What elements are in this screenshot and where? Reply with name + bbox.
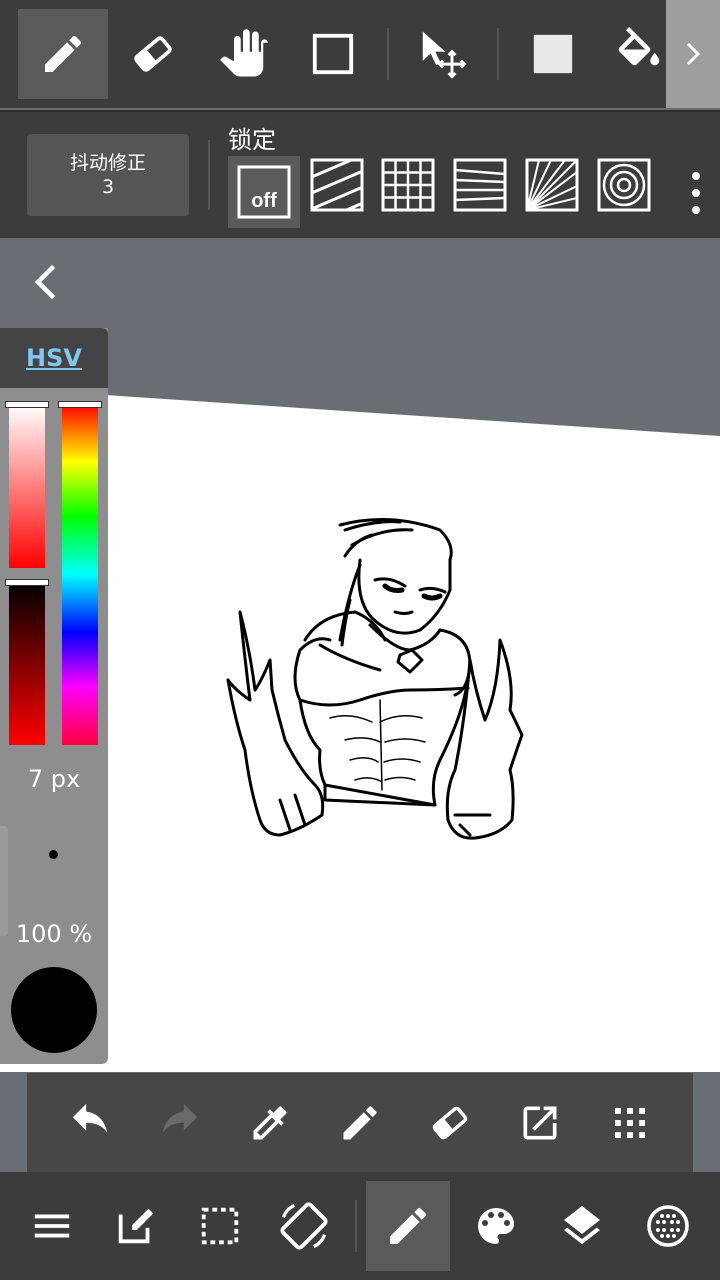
grid-dots-icon (615, 1108, 645, 1138)
material-button[interactable] (626, 1192, 710, 1260)
move-tool-button[interactable] (398, 9, 488, 99)
stabilizer-label: 抖动修正 (69, 152, 146, 174)
pen-icon (343, 1106, 377, 1140)
undo-button[interactable] (63, 1098, 117, 1148)
selection-button[interactable] (178, 1192, 262, 1260)
radial-lines-lock-icon[interactable] (525, 158, 579, 212)
brush-button[interactable] (366, 1181, 450, 1271)
color-panel: HSV 7 px 100 % (0, 328, 108, 1064)
palette-button[interactable] (454, 1192, 538, 1260)
opacity-value[interactable]: 100 % (0, 920, 108, 948)
back-chevron-icon[interactable] (26, 262, 66, 302)
toolbar-divider (387, 28, 389, 80)
edit-button[interactable] (94, 1192, 178, 1260)
hsv-label: HSV (26, 344, 82, 372)
lock-off-button[interactable]: off (228, 156, 300, 228)
redo-icon (162, 1103, 198, 1133)
eraser-tool-button[interactable] (108, 9, 198, 99)
pen-icon (45, 35, 82, 72)
rotate-screen-icon (280, 1202, 328, 1250)
hue-slider[interactable] (62, 404, 98, 745)
action-bar (27, 1073, 693, 1172)
perspective-lock-icon[interactable] (453, 158, 507, 212)
nav-divider (355, 1200, 357, 1252)
eyedropper-button[interactable] (243, 1098, 297, 1148)
hue-handle[interactable] (58, 401, 102, 408)
undo-icon (72, 1103, 108, 1133)
eraser-button[interactable] (423, 1098, 477, 1148)
value-handle[interactable] (5, 579, 49, 586)
grid-lock-icon[interactable] (381, 158, 435, 212)
svg-text:off: off (251, 190, 277, 212)
rotate-canvas-button[interactable] (262, 1192, 346, 1260)
fill-color-tool-button[interactable] (508, 9, 598, 99)
color-mode-tab[interactable]: HSV (0, 328, 108, 388)
pen-tool-button[interactable] (18, 9, 108, 99)
current-color-swatch[interactable] (11, 967, 97, 1053)
export-icon (523, 1106, 557, 1140)
stabilizer-value: 3 (101, 176, 115, 198)
drawing-canvas[interactable] (0, 237, 720, 1072)
toolbar-scroll-right-button[interactable] (666, 0, 720, 108)
more-tools-button[interactable] (603, 1098, 657, 1148)
hand-icon (220, 29, 268, 77)
stabilizer-divider (208, 140, 210, 210)
filled-square-icon (533, 34, 573, 74)
brush-size-value[interactable]: 7 px (0, 765, 108, 793)
rectangle-icon (312, 33, 354, 75)
stabilizer-button[interactable]: 抖动修正 3 (27, 134, 189, 216)
parallel-lines-lock-icon[interactable] (310, 158, 364, 212)
saturation-slider[interactable] (9, 404, 45, 568)
top-toolbar (0, 0, 720, 108)
hand-tool-button[interactable] (198, 9, 288, 99)
layers-button[interactable] (540, 1192, 624, 1260)
main-menu-button[interactable] (10, 1192, 94, 1260)
bucket-icon (618, 27, 660, 66)
brush-preview-dot (49, 850, 58, 859)
material-icon (647, 1205, 689, 1247)
edit-icon (118, 1208, 154, 1244)
rectangle-tool-button[interactable] (288, 9, 378, 99)
palette-icon (478, 1208, 514, 1244)
move-select-icon (422, 31, 467, 79)
pen-button[interactable] (333, 1098, 387, 1148)
layers-icon (564, 1206, 600, 1245)
saturation-handle[interactable] (5, 401, 49, 408)
more-options-icon[interactable] (686, 170, 706, 216)
bottom-nav-bar (0, 1172, 720, 1280)
value-slider[interactable] (9, 582, 45, 745)
toolbar-divider (497, 28, 499, 80)
lock-off-icon: off (237, 165, 291, 219)
eyedropper-icon (253, 1106, 287, 1140)
export-button[interactable] (513, 1098, 567, 1148)
eraser-icon (432, 1106, 468, 1140)
redo-button[interactable] (153, 1098, 207, 1148)
bucket-tool-button[interactable] (598, 9, 666, 99)
chevron-right-icon (686, 42, 701, 66)
lock-label: 锁定 (228, 126, 276, 154)
concentric-lock-icon[interactable] (597, 158, 651, 212)
selection-icon (201, 1207, 239, 1245)
canvas-page[interactable] (0, 388, 720, 1072)
menu-icon (34, 1214, 70, 1238)
eraser-icon (134, 36, 172, 72)
brush-icon (390, 1207, 427, 1244)
